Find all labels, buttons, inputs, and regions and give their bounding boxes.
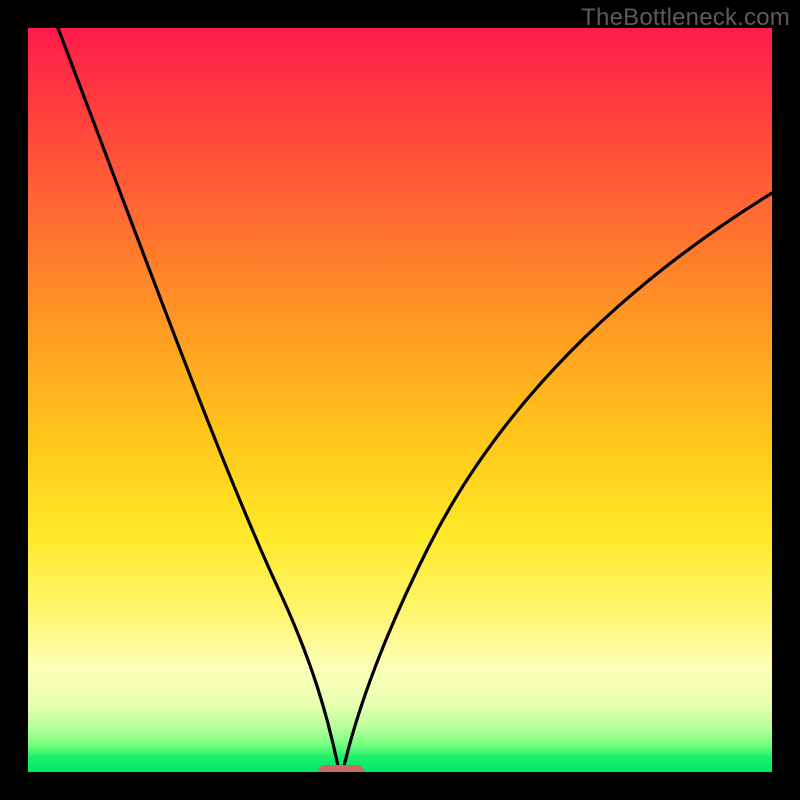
right-curve: [344, 193, 772, 766]
left-curve: [58, 28, 338, 766]
bottleneck-curves: [28, 28, 772, 772]
plot-area: [28, 28, 772, 772]
chart-frame: TheBottleneck.com: [0, 0, 800, 800]
optimal-marker: [318, 765, 364, 772]
watermark-text: TheBottleneck.com: [581, 4, 790, 32]
